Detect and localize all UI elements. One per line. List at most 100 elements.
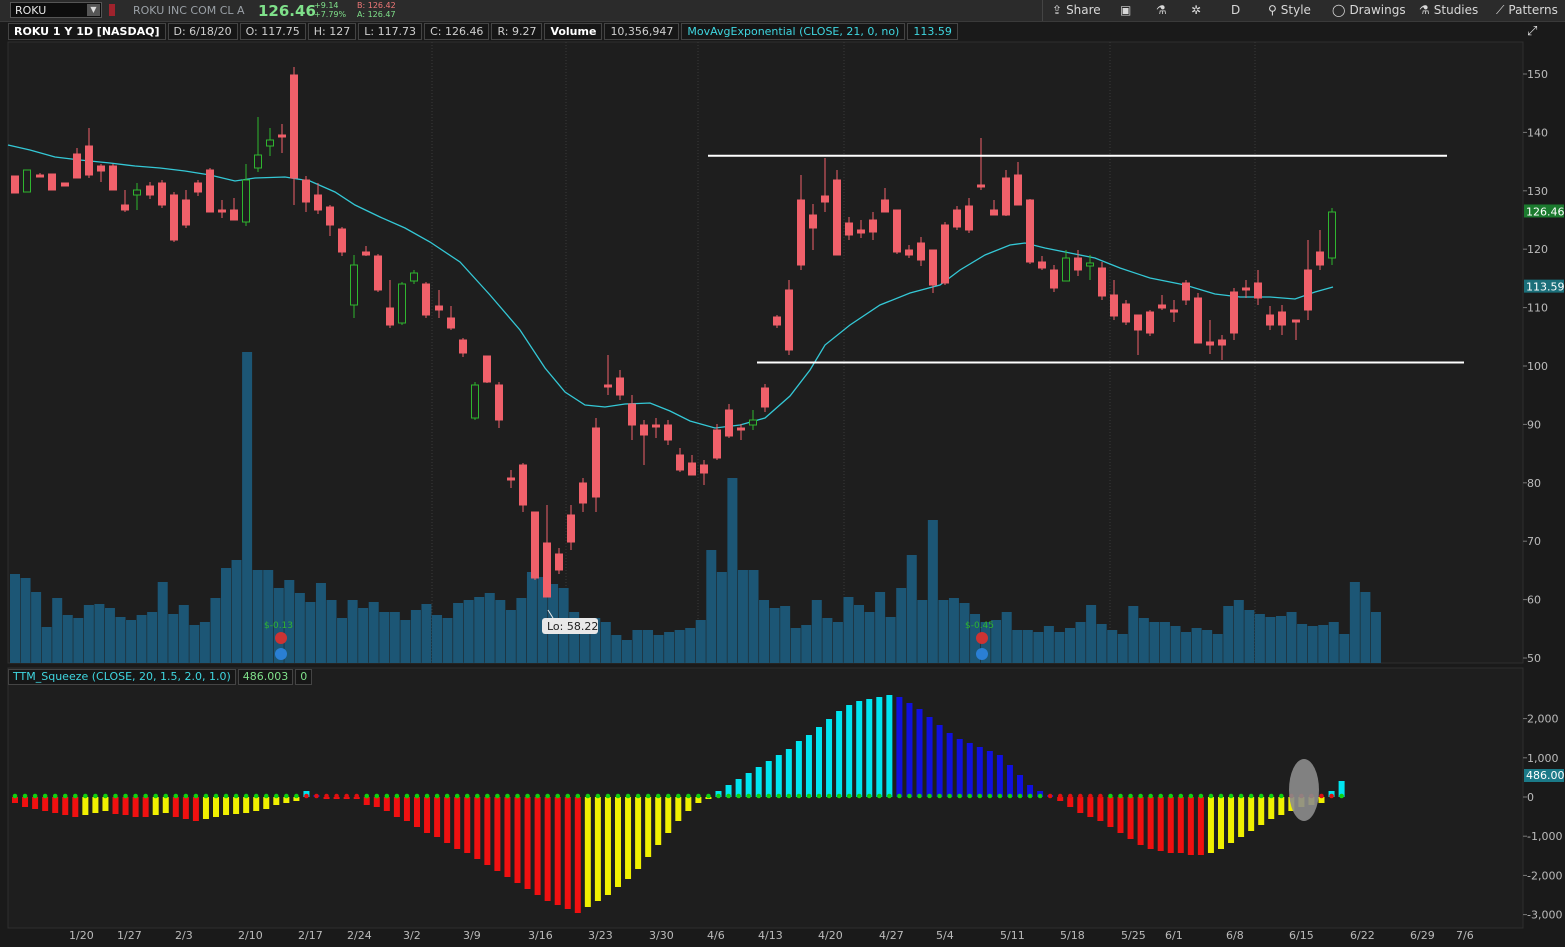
- volume-bar: [1075, 622, 1086, 663]
- grid-layout-button[interactable]: ▣: [1120, 3, 1135, 17]
- chevron-down-icon[interactable]: ▼: [87, 4, 100, 16]
- squeeze-dot: [173, 793, 179, 799]
- squeeze-dot: [1319, 793, 1324, 799]
- net-change-value: +9.14: [314, 1, 339, 10]
- symbol-text: ROKU: [15, 4, 47, 17]
- squeeze-dot: [756, 793, 761, 799]
- squeeze-dot: [253, 793, 259, 799]
- squeeze-dot: [1168, 793, 1174, 799]
- volume-study-label[interactable]: Volume: [544, 23, 603, 40]
- flask-button[interactable]: ⚗: [1156, 3, 1171, 17]
- candle-body: [290, 74, 298, 179]
- candle-body: [1026, 199, 1034, 263]
- squeeze-dot: [243, 793, 249, 799]
- squeeze-dot: [1027, 793, 1033, 799]
- squeeze-dot: [887, 793, 892, 799]
- volume-bar: [1043, 626, 1054, 663]
- style-button[interactable]: ⚲ Style: [1268, 3, 1311, 17]
- candle-body: [1158, 304, 1166, 309]
- share-button[interactable]: ⇪ Share: [1052, 3, 1101, 17]
- squeeze-dot: [414, 793, 420, 799]
- squeeze-dot: [183, 793, 189, 799]
- squeeze-bar: [1197, 797, 1204, 855]
- osc-axis-label: 0: [1527, 791, 1534, 804]
- squeeze-dot: [665, 793, 671, 799]
- volume-bar: [1202, 630, 1213, 663]
- squeeze-bar: [132, 797, 139, 817]
- candle: [785, 280, 793, 355]
- patterns-label: Patterns: [1508, 3, 1558, 17]
- patterns-button[interactable]: ⟋ Patterns: [1496, 3, 1558, 18]
- drawings-icon: ◯: [1332, 3, 1346, 17]
- squeeze-bar: [635, 797, 642, 869]
- drawings-label: Drawings: [1349, 3, 1406, 17]
- volume-bar: [83, 605, 94, 663]
- candle-body: [182, 199, 190, 226]
- patterns-icon: ⟋: [1496, 3, 1505, 17]
- volume-bar: [315, 583, 326, 663]
- volume-bar: [463, 600, 474, 663]
- volume-bar: [421, 604, 432, 663]
- squeeze-dot: [706, 793, 711, 799]
- date-axis-label: 1/20: [69, 929, 94, 942]
- candle-body: [48, 173, 56, 191]
- chart-expand-icon[interactable]: ⤢: [1527, 24, 1537, 39]
- volume-bar: [864, 612, 875, 663]
- squeeze-bar: [1157, 797, 1164, 851]
- date-axis-label: 5/25: [1121, 929, 1146, 942]
- volume-bar: [854, 605, 864, 663]
- squeeze-dot: [1178, 793, 1184, 799]
- squeeze-bar: [1187, 797, 1194, 855]
- volume-bar: [199, 622, 210, 663]
- volume-bar: [1096, 624, 1107, 663]
- volume-bar: [811, 600, 822, 663]
- squeeze-dot: [213, 793, 219, 799]
- candle-body: [773, 316, 781, 326]
- squeeze-bar: [1077, 797, 1084, 813]
- drawings-button[interactable]: ◯ Drawings: [1332, 3, 1406, 17]
- osc-axis-label: -2,000: [1527, 869, 1562, 882]
- candle-body: [73, 153, 81, 179]
- squeeze-dot: [1258, 793, 1264, 799]
- volume-bar: [632, 630, 643, 663]
- chart-title[interactable]: ROKU 1 Y 1D [NASDAQ]: [8, 23, 166, 40]
- symbol-input[interactable]: ROKU ▼: [10, 2, 102, 18]
- candle: [398, 282, 406, 325]
- date-axis-label: 5/4: [936, 929, 954, 942]
- candle-body: [1194, 297, 1202, 344]
- osc-value-tag: 486.003: [1526, 769, 1565, 782]
- candle-body: [495, 384, 503, 421]
- candle: [471, 382, 479, 420]
- studies-button[interactable]: ⚗ Studies: [1419, 3, 1478, 17]
- squeeze-dot: [1339, 793, 1344, 799]
- squeeze-dot: [153, 793, 158, 799]
- volume-bar: [389, 612, 400, 663]
- bar-open: O: 117.75: [239, 23, 306, 40]
- squeeze-bar: [655, 797, 662, 845]
- settings-button[interactable]: ✲: [1191, 3, 1205, 17]
- squeeze-bar: [665, 797, 672, 833]
- ema-study-label[interactable]: MovAvgExponential (CLOSE, 21, 0, no): [681, 23, 906, 40]
- volume-bar: [115, 617, 126, 663]
- volume-bar: [1297, 624, 1308, 663]
- candle-body: [652, 424, 660, 428]
- date-axis-label: 4/20: [818, 929, 843, 942]
- squeeze-dot: [203, 793, 209, 799]
- ttm-squeeze-label[interactable]: TTM_Squeeze (CLOSE, 20, 1.5, 2.0, 1.0): [8, 669, 236, 685]
- squeeze-dot: [977, 793, 983, 799]
- candle-body: [278, 134, 286, 138]
- candle-body: [326, 206, 334, 226]
- date-axis-label: 2/24: [347, 929, 372, 942]
- squeeze-dot: [223, 793, 229, 799]
- link-color-icon[interactable]: [109, 4, 115, 16]
- squeeze-dot: [726, 793, 731, 799]
- squeeze-dot: [776, 793, 782, 799]
- volume-bar: [126, 620, 137, 663]
- chart-canvas[interactable]: 50 60 70 80 90 100 110 120 130 140 150 126.46 113.59…: [0, 0, 1565, 947]
- volume-bar: [1149, 622, 1160, 663]
- flask-icon: ⚗: [1156, 3, 1167, 17]
- timeframe-button[interactable]: D: [1231, 3, 1240, 17]
- squeeze-dot: [1088, 793, 1093, 799]
- volume-bar: [1212, 634, 1223, 663]
- date-axis-label: 6/29: [1410, 929, 1435, 942]
